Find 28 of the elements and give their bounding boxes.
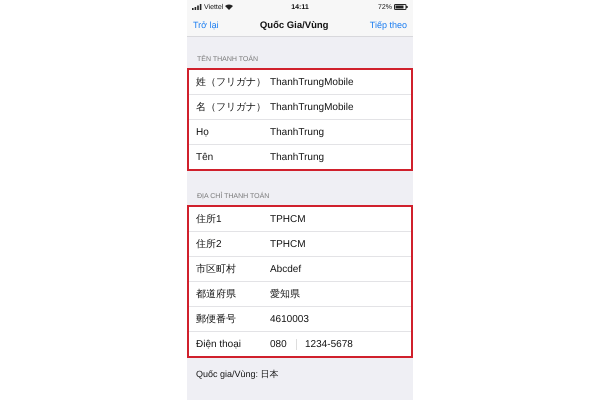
field-label: 姓（フリガナ） [196, 76, 267, 89]
input-field[interactable]: 愛知県 [270, 287, 300, 301]
field-label: 都道府県 [196, 288, 237, 301]
field-label: Điện thoại [196, 338, 242, 350]
signal-icon [192, 4, 202, 10]
field-label: 住所1 [196, 212, 223, 226]
field-label: Họ [196, 126, 210, 138]
phone-number-field[interactable]: 1234-5678 [305, 338, 353, 350]
input-field[interactable]: ThanhTrungMobile [270, 76, 354, 88]
input-field[interactable]: ThanhTrung [270, 152, 324, 162]
field-label: 名（フリガナ） [196, 101, 267, 114]
next-link[interactable]: Tiếp theo [370, 20, 407, 30]
field-label: 住所2 [196, 238, 223, 251]
input-field[interactable]: ThanhTrung [270, 126, 324, 138]
back-link[interactable]: Trở lại [193, 20, 219, 30]
input-field[interactable]: Abcdef [270, 264, 302, 274]
field-label: 市区町村 [196, 262, 237, 276]
area-code-field[interactable]: 080 [270, 338, 297, 350]
input-field[interactable]: 4610003 [270, 314, 309, 324]
input-field[interactable]: TPHCM [270, 214, 306, 224]
battery-icon [394, 4, 408, 10]
screen-title: Quốc Gia/Vùng [260, 20, 328, 30]
wifi-icon [225, 4, 234, 10]
input-field[interactable]: TPHCM [270, 238, 306, 250]
field-label: Tên [196, 152, 214, 162]
country-text: Quốc gia/Vùng: 日本 [196, 369, 279, 379]
field-label: 郵便番号 [196, 312, 237, 326]
input-field[interactable]: ThanhTrungMobile [270, 102, 354, 112]
